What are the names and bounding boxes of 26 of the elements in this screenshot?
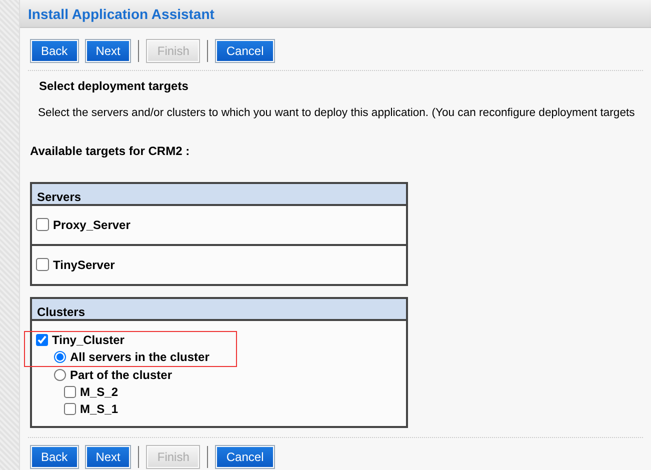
server-label: TinyServer [53, 256, 115, 274]
checkbox[interactable] [36, 218, 49, 232]
wizard-button[interactable]: Next [86, 446, 130, 468]
wizard-button[interactable]: Next [86, 40, 130, 62]
wizard-button[interactable]: Back [31, 446, 78, 468]
wizard-button[interactable]: Cancel [216, 40, 274, 62]
checkbox[interactable] [64, 403, 76, 416]
section-heading: Select deployment targets [38, 78, 190, 95]
wizard-button[interactable]: Cancel [216, 446, 274, 468]
table-header: Servers [32, 184, 406, 206]
wizard-button[interactable]: Back [31, 40, 78, 62]
radio-button[interactable] [54, 369, 66, 382]
cluster-label: Tiny_Cluster [52, 332, 124, 350]
checkbox[interactable] [36, 258, 49, 272]
targets-label: Available targets for CRM2 : [29, 142, 191, 160]
server-label: Proxy_Server [53, 216, 130, 234]
server-label: M_S_1 [80, 401, 118, 418]
table-header: Clusters [32, 298, 406, 321]
description-text: Select the servers and/or clusters to which you want to deploy this application. (You can reconfigure deployment targets [37, 106, 635, 121]
server-label: M_S_2 [80, 384, 118, 402]
option-label: Part of the cluster [70, 367, 172, 384]
radio-button[interactable] [54, 351, 66, 364]
checkbox[interactable] [64, 386, 76, 398]
page-title: Install Application Assistant [20, 0, 651, 28]
checkbox[interactable] [36, 334, 48, 346]
option-label: All servers in the cluster [70, 349, 210, 366]
